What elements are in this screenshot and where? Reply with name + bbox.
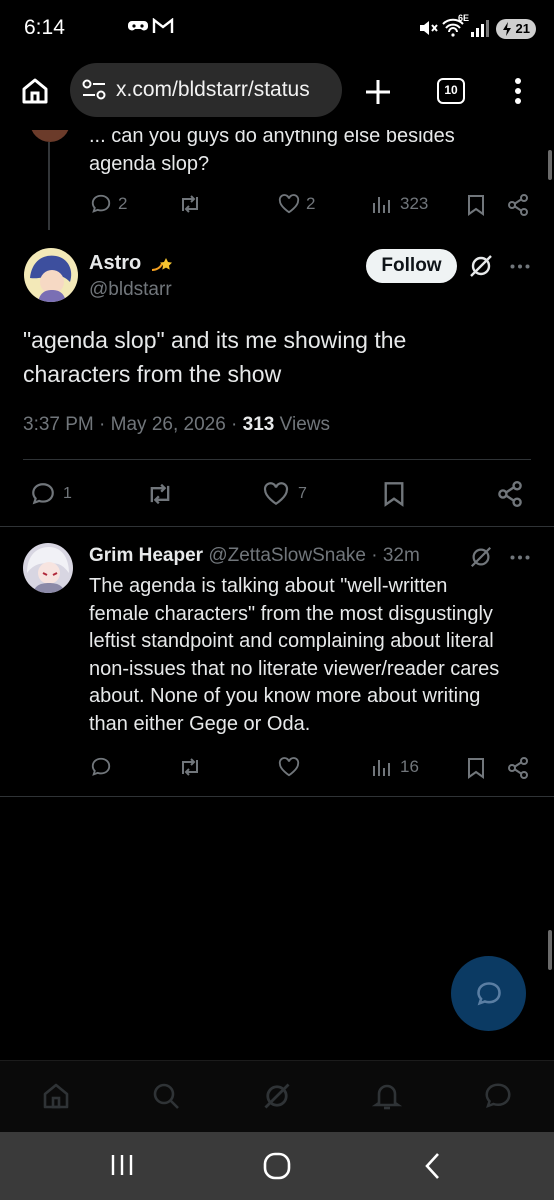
grok-icon[interactable] bbox=[468, 253, 494, 279]
reply-age: · 32m bbox=[365, 545, 420, 566]
reply-display-name[interactable]: Grim Heaper bbox=[89, 545, 203, 566]
astro-avatar[interactable] bbox=[24, 248, 78, 302]
shooting-star-icon bbox=[150, 252, 174, 274]
share-icon[interactable] bbox=[507, 194, 529, 216]
main-retweet-icon[interactable] bbox=[146, 481, 174, 507]
reply-line: female characters" from the most disgust… bbox=[89, 602, 493, 625]
main-tweet-line1: "agenda slop" and its me showing the bbox=[23, 327, 407, 353]
parent-tweet-line2: agenda slop? bbox=[89, 153, 210, 175]
views-icon[interactable] bbox=[372, 194, 392, 214]
scrollbar-top bbox=[548, 150, 552, 180]
address-bar[interactable]: x.com/bldstarr/status bbox=[70, 63, 342, 117]
reply-line: leftist standpoint and complaining about… bbox=[89, 630, 494, 652]
recent-apps-icon[interactable] bbox=[110, 1154, 134, 1176]
parent-tweet-text: ... can you guys do anything else beside… bbox=[89, 130, 455, 178]
main-share-icon[interactable] bbox=[497, 481, 523, 507]
tweet-timestamp[interactable]: 3:37 PM · May 26, 2026 · bbox=[23, 414, 243, 435]
main-like-count: 7 bbox=[298, 485, 307, 502]
reply-like-icon[interactable] bbox=[278, 757, 300, 777]
reply-views-count: 16 bbox=[400, 757, 419, 776]
nav-grok-icon[interactable] bbox=[262, 1081, 292, 1111]
tweet-views-label: Views bbox=[274, 414, 330, 435]
new-tab-icon[interactable] bbox=[364, 78, 392, 106]
main-reply-icon[interactable] bbox=[30, 481, 56, 507]
site-settings-icon[interactable] bbox=[82, 79, 106, 101]
reply-line: about. None of you know more about writi… bbox=[89, 685, 481, 707]
like-count: 2 bbox=[306, 194, 316, 213]
meta-divider bbox=[23, 459, 531, 460]
gamepad-icon bbox=[128, 18, 148, 34]
nav-home-icon[interactable] bbox=[41, 1081, 71, 1111]
reply-line: non-issues that no literate viewer/reade… bbox=[89, 657, 500, 680]
grim-heaper-avatar[interactable] bbox=[23, 543, 73, 593]
reply-line: than either Gege or Oda. bbox=[89, 712, 311, 735]
astro-display-name[interactable]: Astro bbox=[89, 252, 141, 275]
reply-header: Grim Heaper @ZettaSlowSnake · 32m bbox=[89, 545, 420, 567]
back-icon[interactable] bbox=[424, 1152, 442, 1180]
reply-bookmark-icon[interactable] bbox=[467, 757, 485, 779]
status-time: 6:14 bbox=[24, 16, 65, 39]
reply-share-icon[interactable] bbox=[507, 757, 529, 779]
browser-toolbar: x.com/bldstarr/status 10 bbox=[0, 58, 554, 130]
reply-more-icon[interactable] bbox=[510, 555, 530, 560]
parent-tweet[interactable]: ... can you guys do anything else beside… bbox=[0, 130, 554, 230]
url-text: x.com/bldstarr/status bbox=[116, 78, 310, 101]
thread-line bbox=[48, 142, 50, 230]
tweet-views-count: 313 bbox=[242, 414, 275, 435]
parent-tweet-line1: ... can you guys do anything else beside… bbox=[89, 130, 455, 147]
astro-handle[interactable]: @bldstarr bbox=[89, 279, 172, 301]
system-navigation bbox=[0, 1132, 554, 1200]
reply-line: The agenda is talking about "well-writte… bbox=[89, 575, 448, 597]
main-tweet-line2: characters from the show bbox=[23, 361, 282, 387]
nav-search-icon[interactable] bbox=[151, 1081, 181, 1111]
views-count: 323 bbox=[400, 194, 429, 213]
bottom-navigation bbox=[0, 1060, 554, 1132]
reply-reply-icon[interactable] bbox=[90, 756, 112, 778]
tweet-meta: 3:37 PM · May 26, 2026 · 313 Views bbox=[23, 414, 330, 436]
follow-button[interactable]: Follow bbox=[366, 249, 457, 283]
battery-indicator: 21 bbox=[496, 19, 536, 39]
tweet-more-icon[interactable] bbox=[510, 264, 530, 269]
gmail-icon bbox=[152, 18, 174, 34]
home-icon[interactable] bbox=[20, 76, 50, 106]
main-tweet-text: "agenda slop" and its me showing the cha… bbox=[23, 323, 406, 391]
more-options-icon[interactable] bbox=[514, 77, 522, 105]
main-reply-count: 1 bbox=[63, 485, 72, 502]
reply-tweet-text: The agenda is talking about "well-writte… bbox=[89, 573, 499, 738]
tab-switcher-button[interactable]: 10 bbox=[437, 78, 465, 104]
scrollbar-bottom bbox=[548, 930, 552, 970]
reply-handle[interactable]: @ZettaSlowSnake bbox=[208, 545, 366, 566]
reply-retweet-icon[interactable] bbox=[178, 756, 202, 778]
reply-views-icon[interactable] bbox=[372, 757, 392, 777]
system-home-icon[interactable] bbox=[263, 1152, 291, 1180]
reply-count: 2 bbox=[118, 194, 128, 213]
bookmark-icon[interactable] bbox=[467, 194, 485, 216]
reply-icon[interactable] bbox=[90, 193, 112, 215]
nav-notifications-icon[interactable] bbox=[372, 1081, 402, 1111]
like-icon[interactable] bbox=[278, 194, 300, 214]
status-bar: 6:14 6E 21 bbox=[0, 0, 554, 58]
compose-reply-button[interactable] bbox=[451, 956, 526, 1031]
main-like-icon[interactable] bbox=[263, 482, 289, 506]
reply-grok-icon[interactable] bbox=[469, 545, 493, 569]
main-tweet-divider bbox=[0, 526, 554, 527]
reply-divider bbox=[0, 796, 554, 797]
mute-icon bbox=[418, 18, 438, 38]
parent-avatar[interactable] bbox=[30, 130, 70, 142]
network-type: 6E bbox=[458, 13, 470, 23]
charging-icon bbox=[502, 19, 512, 39]
compose-reply-icon bbox=[475, 980, 503, 1008]
main-bookmark-icon[interactable] bbox=[383, 481, 405, 507]
nav-messages-icon[interactable] bbox=[482, 1081, 514, 1111]
battery-level: 21 bbox=[515, 21, 530, 36]
signal-icon bbox=[470, 18, 490, 38]
retweet-icon[interactable] bbox=[178, 193, 202, 215]
